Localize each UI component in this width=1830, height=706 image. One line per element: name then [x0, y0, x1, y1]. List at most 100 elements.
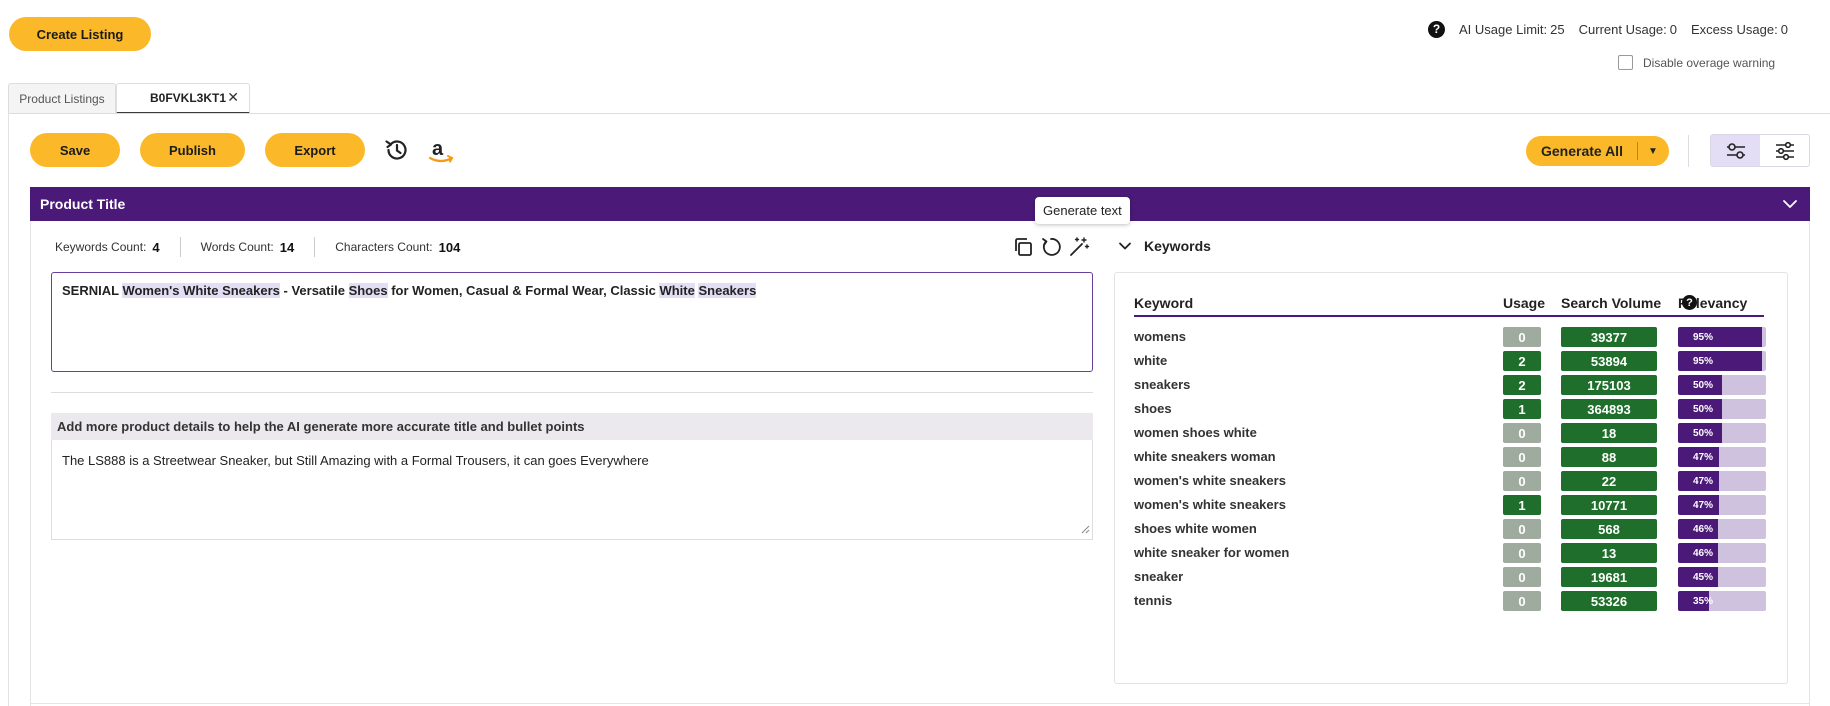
- history-icon[interactable]: [384, 137, 410, 166]
- table-row: shoes 1 364893 50%: [1134, 399, 1766, 419]
- excess-usage-value: 0: [1780, 21, 1788, 37]
- current-usage-label: Current Usage:: [1578, 21, 1667, 37]
- tab-listing-label: B0FVKL3KT1: [150, 91, 227, 105]
- tab-listing-b0fvkl3kt1[interactable]: B0FVKL3KT1 ✕: [116, 83, 250, 114]
- search-volume-badge: 19681: [1561, 567, 1657, 587]
- title-keyword-highlight: White: [659, 283, 695, 298]
- usage-badge: 0: [1503, 519, 1541, 539]
- characters-count-label: Characters Count:: [335, 240, 433, 254]
- usage-badge: 2: [1503, 375, 1541, 395]
- relevancy-bar: 50%: [1678, 375, 1766, 395]
- title-keyword-highlight: Women's White Sneakers: [122, 283, 280, 298]
- relevancy-bar: 47%: [1678, 471, 1766, 491]
- search-volume-badge: 53894: [1561, 351, 1657, 371]
- relevancy-label: 95%: [1692, 355, 1713, 367]
- close-icon[interactable]: ✕: [227, 89, 239, 106]
- table-row: sneakers 2 175103 50%: [1134, 375, 1766, 395]
- relevancy-label: 47%: [1692, 475, 1713, 487]
- relevancy-bar: 35%: [1678, 591, 1766, 611]
- title-text: for Women, Casual & Formal Wear, Classic: [387, 283, 660, 298]
- usage-badge: 0: [1503, 423, 1541, 443]
- keyword-cell: sneaker: [1134, 569, 1184, 584]
- relevancy-bar: 50%: [1678, 423, 1766, 443]
- tab-product-listings-label: Product Listings: [19, 92, 105, 106]
- keyword-cell: shoes: [1134, 401, 1172, 416]
- search-volume-badge: 364893: [1561, 399, 1657, 419]
- usage-badge: 0: [1503, 543, 1541, 563]
- settings-sliders-icon: [1775, 141, 1794, 160]
- amazon-icon[interactable]: a: [427, 136, 455, 169]
- help-icon[interactable]: ?: [1682, 295, 1697, 310]
- characters-count-value: 104: [438, 239, 461, 255]
- keywords-count-label: Keywords Count:: [55, 240, 147, 254]
- generate-all-button[interactable]: Generate All ▼: [1526, 136, 1669, 166]
- toggle-sliders-icon: [1726, 142, 1745, 159]
- characters-count: Characters Count: 104: [335, 240, 460, 255]
- current-usage-value: 0: [1669, 21, 1678, 37]
- copy-icon[interactable]: [1012, 236, 1034, 261]
- title-keyword-highlight: Shoes: [348, 283, 388, 298]
- usage-badge: 0: [1503, 327, 1541, 347]
- keyword-cell: sneakers: [1134, 377, 1191, 392]
- ai-usage-bar: ? AI Usage Limit: 25 Current Usage: 0 Ex…: [1428, 20, 1788, 38]
- generate-all-label: Generate All: [1541, 143, 1623, 159]
- relevancy-bar: 46%: [1678, 543, 1766, 563]
- dropdown-caret-icon[interactable]: ▼: [1638, 146, 1668, 157]
- tab-product-listings[interactable]: Product Listings: [8, 83, 116, 114]
- svg-text:a: a: [432, 138, 444, 160]
- col-keyword: Keyword: [1134, 295, 1194, 311]
- title-text: - Versatile: [279, 283, 349, 298]
- relevancy-label: 50%: [1692, 427, 1713, 439]
- keyword-cell: women shoes white: [1134, 425, 1257, 440]
- table-row: sneaker 0 19681 45%: [1134, 567, 1766, 587]
- chevron-down-icon: [1119, 242, 1131, 250]
- relevancy-bar: 47%: [1678, 495, 1766, 515]
- keywords-toggle[interactable]: Keywords: [1118, 238, 1211, 254]
- keyword-cell: white: [1134, 353, 1168, 368]
- title-keyword-highlight: Sneakers: [698, 283, 757, 298]
- relevancy-label: 45%: [1692, 571, 1713, 583]
- regenerate-icon[interactable]: [1040, 236, 1062, 261]
- advanced-view-toggle[interactable]: [1760, 135, 1809, 166]
- col-usage: Usage: [1503, 295, 1546, 311]
- excess-usage-label: Excess Usage:: [1691, 21, 1778, 37]
- product-title-editor[interactable]: SERNIAL Women's White Sneakers - Versati…: [51, 272, 1093, 372]
- relevancy-bar: 47%: [1678, 447, 1766, 467]
- usage-badge: 0: [1503, 471, 1541, 491]
- table-row: white 2 53894 95%: [1134, 351, 1766, 371]
- save-button[interactable]: Save: [30, 133, 120, 167]
- table-row: shoes white women 0 568 46%: [1134, 519, 1766, 539]
- usage-badge: 0: [1503, 567, 1541, 587]
- chevron-down-icon[interactable]: [1782, 196, 1798, 215]
- section-title: Product Title: [40, 196, 126, 212]
- keyword-cell: tennis: [1134, 593, 1173, 608]
- section-bottom-border: [30, 703, 1810, 704]
- usage-badge: 2: [1503, 351, 1541, 371]
- overage-label: Disable overage warning: [1643, 55, 1776, 70]
- help-icon[interactable]: ?: [1428, 20, 1445, 38]
- keyword-cell: white sneaker for women: [1134, 545, 1290, 560]
- generate-text-tooltip: Generate text: [1035, 197, 1130, 224]
- relevancy-bar: 45%: [1678, 567, 1766, 587]
- col-search-volume: Search Volume: [1561, 295, 1662, 311]
- resize-handle-icon[interactable]: [1081, 522, 1090, 537]
- overage-checkbox[interactable]: [1618, 55, 1633, 70]
- magic-wand-icon[interactable]: [1068, 236, 1090, 261]
- product-details-heading: Add more product details to help the AI …: [51, 413, 1093, 440]
- product-details-textarea[interactable]: The LS888 is a Streetwear Sneaker, but S…: [51, 440, 1093, 540]
- relevancy-bar: 50%: [1678, 399, 1766, 419]
- keyword-cell: women's white sneakers: [1134, 473, 1286, 488]
- divider: [51, 392, 1093, 393]
- create-listing-button[interactable]: Create Listing: [9, 17, 151, 51]
- disable-overage-warning[interactable]: Disable overage warning: [1618, 55, 1775, 70]
- simple-view-toggle[interactable]: [1711, 135, 1760, 166]
- relevancy-label: 47%: [1692, 499, 1713, 511]
- table-row: white sneaker for women 0 13 46%: [1134, 543, 1766, 563]
- keyword-cell: shoes white women: [1134, 521, 1257, 536]
- search-volume-badge: 18: [1561, 423, 1657, 443]
- table-row: womens 0 39377 95%: [1134, 327, 1766, 347]
- export-button[interactable]: Export: [265, 133, 365, 167]
- search-volume-badge: 568: [1561, 519, 1657, 539]
- product-title-section-header[interactable]: Product Title: [30, 187, 1810, 221]
- publish-button[interactable]: Publish: [140, 133, 245, 167]
